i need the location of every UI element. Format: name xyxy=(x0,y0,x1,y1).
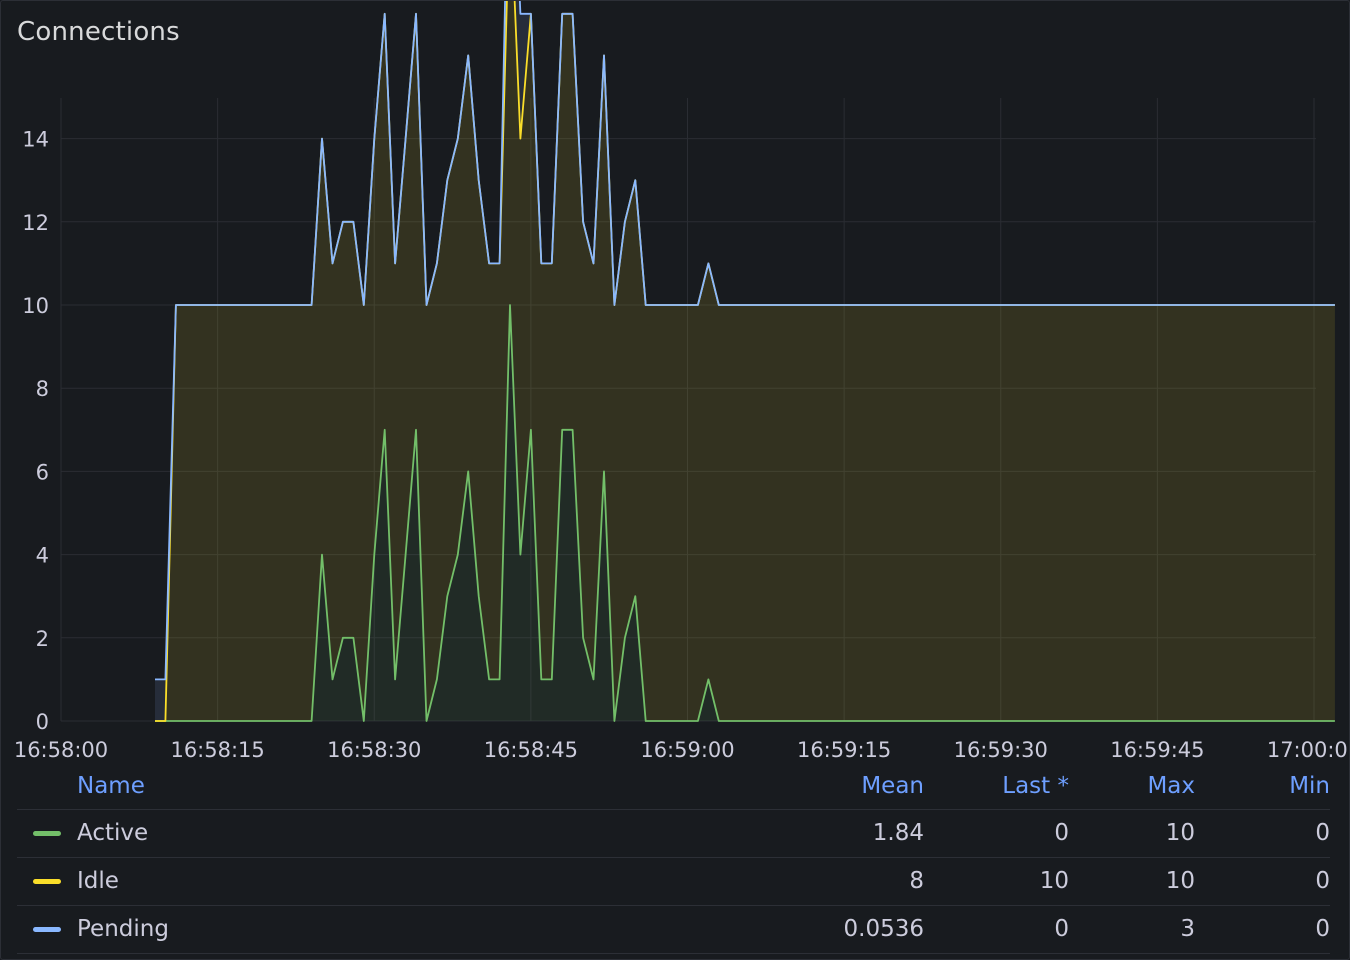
legend-max-value: 10 xyxy=(1165,820,1195,846)
y-tick-label: 2 xyxy=(36,627,49,651)
sort-by-last-header[interactable]: Last * xyxy=(1002,763,1069,809)
sort-by-min-header[interactable]: Min xyxy=(1289,763,1330,809)
x-tick-label: 16:59:30 xyxy=(954,738,1048,761)
legend-max-value: 10 xyxy=(1165,868,1195,894)
legend-last-value: 0 xyxy=(1054,916,1069,942)
legend-min-value: 0 xyxy=(1315,820,1330,846)
x-tick-label: 16:59:15 xyxy=(797,738,891,761)
x-tick-label: 16:59:45 xyxy=(1110,738,1204,761)
sort-by-mean-header[interactable]: Mean xyxy=(861,763,924,809)
legend-last-value: 0 xyxy=(1054,820,1069,846)
legend-mean-value: 1.84 xyxy=(872,820,924,846)
sort-by-name-header[interactable]: Name xyxy=(77,763,145,809)
legend-last-value: 10 xyxy=(1039,868,1069,894)
x-tick-label: 17:00:00 xyxy=(1267,738,1349,761)
y-tick-label: 12 xyxy=(22,211,49,235)
legend-row-idle[interactable]: Idle 8 10 10 0 xyxy=(17,858,1330,906)
legend-series-name[interactable]: Pending xyxy=(77,906,169,952)
x-tick-label: 16:59:00 xyxy=(640,738,734,761)
legend-series-name[interactable]: Idle xyxy=(77,858,119,904)
legend-table: Name Mean Last * Max Min Active 1.84 0 1… xyxy=(17,763,1330,954)
legend-series-name[interactable]: Active xyxy=(77,810,148,856)
y-tick-label: 14 xyxy=(22,128,49,152)
y-tick-label: 6 xyxy=(36,460,49,484)
sort-by-max-header[interactable]: Max xyxy=(1147,763,1195,809)
legend-max-value: 3 xyxy=(1180,916,1195,942)
x-tick-label: 16:58:45 xyxy=(484,738,578,761)
x-tick-label: 16:58:15 xyxy=(170,738,264,761)
legend-row-pending[interactable]: Pending 0.0536 0 3 0 xyxy=(17,906,1330,954)
pending-color-swatch[interactable] xyxy=(33,927,61,932)
legend-min-value: 0 xyxy=(1315,868,1330,894)
x-tick-label: 16:58:30 xyxy=(327,738,421,761)
legend-mean-value: 8 xyxy=(909,868,924,894)
series-areas xyxy=(155,1,1335,721)
active-color-swatch[interactable] xyxy=(33,831,61,836)
y-tick-label: 8 xyxy=(36,377,49,401)
idle-color-swatch[interactable] xyxy=(33,879,61,884)
y-tick-label: 10 xyxy=(22,294,49,318)
legend-min-value: 0 xyxy=(1315,916,1330,942)
legend-header: Name Mean Last * Max Min xyxy=(17,763,1330,810)
x-tick-label: 16:58:00 xyxy=(14,738,108,761)
series-area-idle xyxy=(155,1,1335,721)
legend-mean-value: 0.0536 xyxy=(843,916,924,942)
x-axis: 16:58:00 16:58:15 16:58:30 16:58:45 16:59:00… xyxy=(14,738,1349,761)
connections-chart: 02468101214 16:58:00 16:58:15 16:58:30 16:5… xyxy=(14,1,1349,761)
y-axis: 0 2 4 6 8 10 12 14 xyxy=(22,128,49,734)
y-tick-label: 0 xyxy=(36,710,49,734)
connections-panel: Connections 0 2 4 6 8 10 12 14 16:58:00 16:58:15… xyxy=(0,0,1350,960)
legend-row-active[interactable]: Active 1.84 0 10 0 xyxy=(17,810,1330,858)
y-tick-label: 4 xyxy=(36,544,49,568)
